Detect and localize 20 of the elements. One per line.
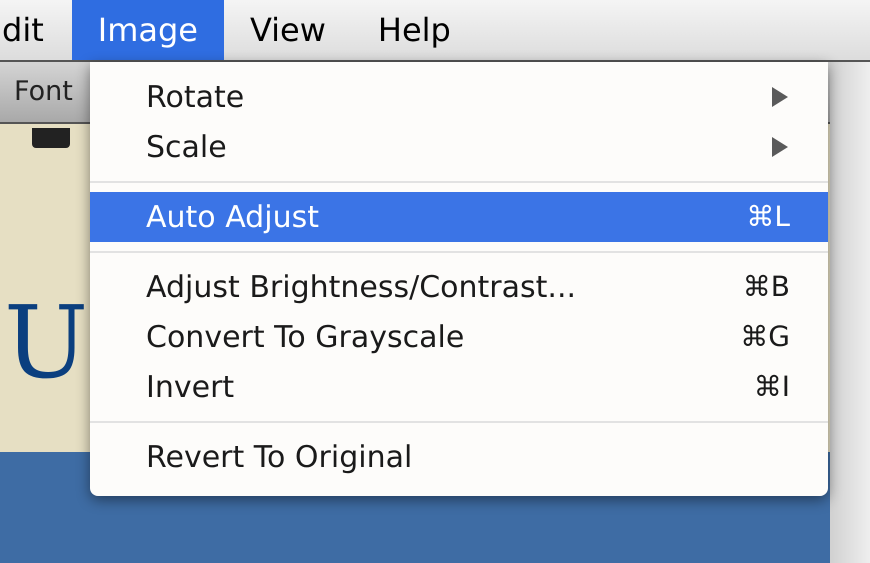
menu-item[interactable]: Scale	[90, 122, 828, 172]
menu-item[interactable]: Auto Adjust ⌘L	[90, 192, 828, 242]
menu-bar-item[interactable]: Image	[72, 0, 224, 60]
menu-item[interactable]: Adjust Brightness/Contrast... ⌘B	[90, 262, 828, 312]
menu-item[interactable]: Invert ⌘I	[90, 362, 828, 412]
shortcut-label: ⌘G	[740, 319, 790, 355]
menu-bar-item[interactable]: dit	[0, 0, 72, 60]
document-letter: U	[4, 288, 88, 398]
menu-bar-item[interactable]: View	[224, 0, 352, 60]
submenu-arrow-icon	[770, 135, 790, 159]
menu-item[interactable]: Revert To Original	[90, 432, 828, 482]
shortcut-label: ⌘L	[746, 199, 790, 235]
menu-item[interactable]: Convert To Grayscale ⌘G	[90, 312, 828, 362]
shortcut-label: ⌘B	[742, 269, 790, 305]
submenu-arrow-icon	[770, 85, 790, 109]
menu-item[interactable]: Rotate	[90, 72, 828, 122]
shortcut-label: ⌘I	[754, 369, 790, 405]
letter-fragment-icon	[32, 128, 70, 148]
toolbar-label: Font	[14, 74, 73, 109]
menu-bar-item[interactable]: Help	[352, 0, 477, 60]
